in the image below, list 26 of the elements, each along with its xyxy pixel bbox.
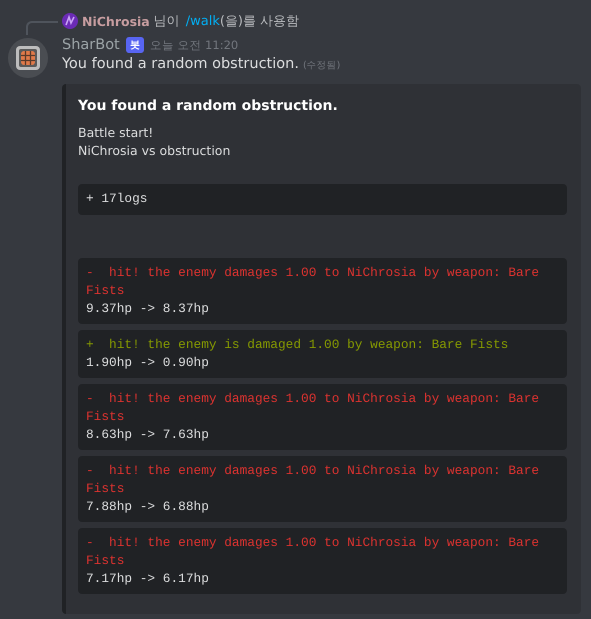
hp-text: 1.90hp -> 0.90hp [86, 354, 210, 372]
embed-text: NiChrosia vs obstruction [78, 142, 232, 160]
code-block: + 17logs [78, 184, 567, 215]
command-link[interactable]: /walk [186, 14, 220, 28]
user-avatar-icon [62, 13, 78, 29]
log-line: - hit! the enemy damages 1.00 to NiChrosia by weapon: Bare Fists [86, 390, 540, 426]
timestamp: 오늘 오전 11:20 [150, 38, 238, 52]
log-line: - hit! the enemy damages 1.00 to NiChrosia by weapon: Bare Fists [86, 462, 540, 498]
hp-text: 9.37hp -> 8.37hp [86, 300, 210, 318]
reply-text: 님이 [154, 13, 180, 30]
reply-text: (을)를 사용함 [220, 13, 300, 30]
message-text: You found a random obstruction. [62, 56, 299, 72]
embed-text: Battle start! [78, 124, 154, 142]
user-name[interactable]: NiChrosia [82, 14, 150, 28]
embed-title: You found a random obstruction. [78, 98, 339, 114]
hp-text: 7.88hp -> 6.88hp [86, 498, 210, 516]
bot-badge: 봇 [126, 37, 144, 53]
log-line: - hit! the enemy damages 1.00 to NiChrosia by weapon: Bare Fists [86, 264, 540, 300]
author-name[interactable]: SharBot [62, 37, 120, 53]
edited-label: (수정됨) [302, 59, 340, 72]
log-line: + hit! the enemy is damaged 1.00 by weapon: Bare Fists [86, 336, 510, 354]
log-line: - hit! the enemy damages 1.00 to NiChrosia by weapon: Bare Fists [86, 534, 540, 570]
bot-avatar[interactable] [8, 38, 48, 78]
hp-text: 8.63hp -> 7.63hp [86, 426, 210, 444]
reply-line [26, 21, 58, 35]
hp-text: 7.17hp -> 6.17hp [86, 570, 210, 588]
